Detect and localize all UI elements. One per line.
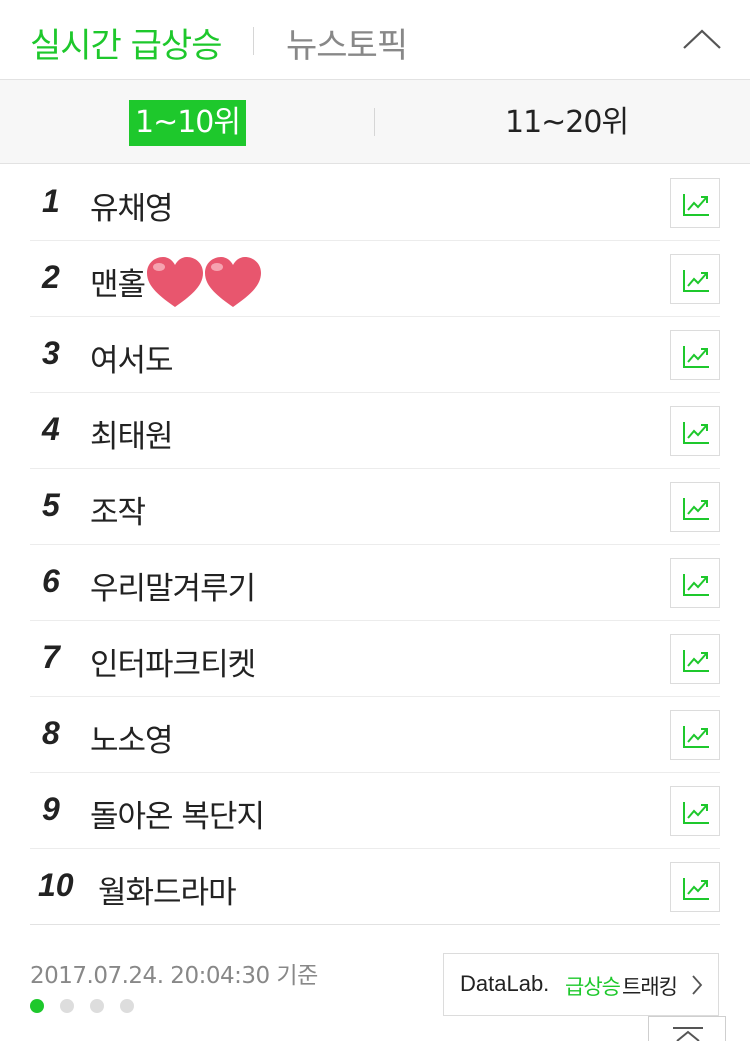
- trend-chart-icon: [683, 878, 709, 900]
- keyword-link[interactable]: 인터파크티켓: [90, 639, 256, 684]
- rank-number: 10: [38, 867, 74, 903]
- list-item[interactable]: 3 여서도: [30, 317, 720, 393]
- tab-realtime-rising[interactable]: 실시간 급상승: [30, 18, 222, 67]
- trend-chart-icon: [683, 270, 709, 292]
- datalab-brand: DataLab.: [460, 971, 550, 996]
- trend-button[interactable]: [670, 862, 720, 912]
- rank-number: 1: [42, 183, 60, 219]
- keyword-link[interactable]: 유채영: [90, 183, 174, 228]
- rank-number: 5: [42, 487, 60, 523]
- trend-button[interactable]: [670, 254, 720, 304]
- trend-chart-icon: [683, 650, 709, 672]
- list-item[interactable]: 10 월화드라마: [30, 849, 720, 925]
- rank-number: 2: [42, 259, 60, 295]
- keyword-text: 맨홀: [90, 267, 146, 303]
- pagination-dot-3[interactable]: [90, 999, 104, 1013]
- list-item[interactable]: 4 최태원: [30, 393, 720, 469]
- datalab-label: 트래킹: [622, 975, 678, 999]
- heart-emoji-icon: [147, 256, 262, 307]
- trend-button[interactable]: [670, 178, 720, 228]
- trend-chart-icon: [683, 498, 709, 520]
- keyword-link[interactable]: 최태원: [90, 411, 174, 456]
- pagination-dot-2[interactable]: [60, 999, 74, 1013]
- rank-number: 3: [42, 335, 60, 371]
- tab-news-topic[interactable]: 뉴스토픽: [286, 18, 408, 67]
- footer: 2017.07.24. 20:04:30 기준 DataLab. 급상승 트래킹: [0, 924, 750, 1041]
- list-item[interactable]: 2 맨홀: [30, 241, 720, 317]
- list-item[interactable]: 5 조작: [30, 469, 720, 545]
- rank-number: 6: [42, 563, 60, 599]
- trend-button[interactable]: [670, 482, 720, 532]
- keyword-link[interactable]: 우리말겨루기: [90, 563, 256, 608]
- trend-button[interactable]: [670, 710, 720, 760]
- trend-button[interactable]: [670, 558, 720, 608]
- trend-button[interactable]: [670, 634, 720, 684]
- rank-number: 9: [42, 791, 60, 827]
- datalab-highlight: 급상승: [565, 975, 621, 999]
- trend-chart-icon: [683, 802, 709, 824]
- pagination-dot-1[interactable]: [30, 999, 44, 1013]
- chevron-right-icon: [692, 975, 703, 995]
- keyword-link[interactable]: 조작: [90, 487, 146, 532]
- tab-range-11-20[interactable]: 11~20위: [505, 100, 629, 146]
- datalab-tracking-button[interactable]: DataLab. 급상승 트래킹: [443, 953, 719, 1016]
- scroll-to-top-button[interactable]: [648, 1016, 726, 1041]
- trend-chart-icon: [683, 422, 709, 444]
- trend-button[interactable]: [670, 786, 720, 836]
- tab-range-1-10[interactable]: 1~10위: [129, 100, 246, 146]
- list-item[interactable]: 6 우리말겨루기: [30, 545, 720, 621]
- trend-button[interactable]: [670, 330, 720, 380]
- ranking-list: 1 유채영 2 맨홀 3 여서도 4 최태원 5 조작 6 우리말겨루기 7 인…: [30, 165, 720, 925]
- list-item[interactable]: 7 인터파크티켓: [30, 621, 720, 697]
- rank-number: 8: [42, 715, 60, 751]
- trend-chart-icon: [683, 194, 709, 216]
- keyword-link[interactable]: 맨홀: [90, 256, 263, 311]
- rank-number: 7: [42, 639, 60, 675]
- collapse-button[interactable]: [680, 20, 724, 60]
- trend-chart-icon: [683, 574, 709, 596]
- pagination-dot-4[interactable]: [120, 999, 134, 1013]
- keyword-link[interactable]: 돌아온 복단지: [90, 791, 265, 836]
- list-item[interactable]: 1 유채영: [30, 165, 720, 241]
- chevron-up-icon: [683, 29, 721, 49]
- timestamp: 2017.07.24. 20:04:30 기준: [30, 963, 318, 989]
- keyword-link[interactable]: 여서도: [90, 335, 174, 380]
- trend-chart-icon: [683, 726, 709, 748]
- list-item[interactable]: 8 노소영: [30, 697, 720, 773]
- trend-button[interactable]: [670, 406, 720, 456]
- header-bar: 실시간 급상승 뉴스토픽: [0, 0, 750, 80]
- trend-chart-icon: [683, 346, 709, 368]
- tab-divider: [253, 27, 254, 55]
- list-item[interactable]: 9 돌아온 복단지: [30, 773, 720, 849]
- arrow-up-icon: [673, 1027, 703, 1041]
- range-tabs: 1~10위 11~20위: [0, 80, 750, 164]
- keyword-link[interactable]: 월화드라마: [98, 867, 237, 912]
- range-tab-divider: [374, 108, 375, 136]
- keyword-link[interactable]: 노소영: [90, 715, 174, 760]
- rank-number: 4: [42, 411, 60, 447]
